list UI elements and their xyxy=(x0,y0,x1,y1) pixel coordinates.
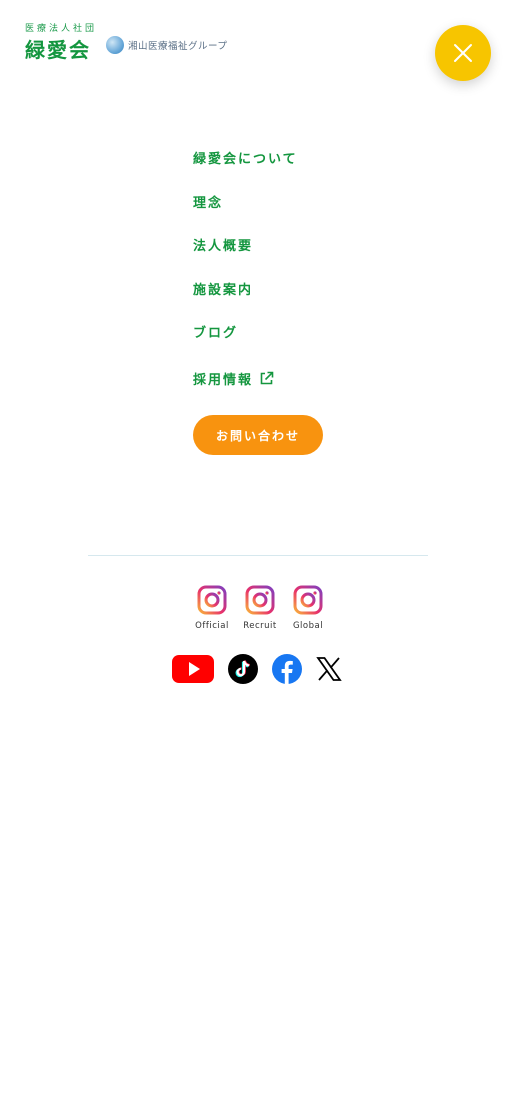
nav-link-about[interactable]: 緑愛会について xyxy=(193,148,298,167)
tiktok-link[interactable] xyxy=(228,654,258,684)
tiktok-icon xyxy=(228,654,258,684)
contact-button[interactable]: お問い合わせ xyxy=(193,415,323,455)
instagram-icon xyxy=(245,585,275,615)
nav-menu: 緑愛会について 理念 法人概要 施設案内 ブログ 採用情報 xyxy=(193,136,298,403)
group-mark-icon xyxy=(106,36,124,54)
nav-item-recruit: 採用情報 xyxy=(193,354,298,403)
instagram-recruit-link[interactable]: Recruit xyxy=(236,585,284,631)
nav-item-about: 緑愛会について xyxy=(193,136,298,180)
youtube-icon xyxy=(172,655,214,683)
site-logo[interactable]: 医療法人社団 緑愛会 xyxy=(25,23,97,64)
nav-item-overview: 法人概要 xyxy=(193,223,298,267)
facebook-link[interactable] xyxy=(272,654,302,684)
instagram-official-label: Official xyxy=(195,621,229,631)
logo-subtitle: 医療法人社団 xyxy=(25,24,98,34)
instagram-recruit-label: Recruit xyxy=(243,621,277,631)
nav-link-philosophy[interactable]: 理念 xyxy=(193,192,223,211)
instagram-global-link[interactable]: Global xyxy=(284,585,332,631)
instagram-icon xyxy=(197,585,227,615)
youtube-link[interactable] xyxy=(172,654,214,684)
close-menu-button[interactable] xyxy=(435,25,491,81)
nav-item-facilities: 施設案内 xyxy=(193,267,298,311)
divider xyxy=(88,555,428,556)
external-link-icon xyxy=(259,371,274,386)
instagram-official-link[interactable]: Official xyxy=(188,585,236,631)
nav-item-philosophy: 理念 xyxy=(193,180,298,224)
x-icon xyxy=(316,657,342,681)
close-icon xyxy=(454,44,472,62)
instagram-icon xyxy=(293,585,323,615)
logo-title: 緑愛会 xyxy=(25,38,91,62)
instagram-global-label: Global xyxy=(292,621,324,631)
nav-link-facilities[interactable]: 施設案内 xyxy=(193,279,253,298)
sns-links xyxy=(172,654,356,684)
nav-link-overview[interactable]: 法人概要 xyxy=(193,235,253,254)
group-logo[interactable]: 湘山医療福祉グループ xyxy=(106,36,227,54)
instagram-links: Official Recruit Global xyxy=(188,585,332,631)
site-header: 医療法人社団 緑愛会 湘山医療福祉グループ xyxy=(0,0,516,100)
nav-link-recruit-label: 採用情報 xyxy=(193,372,254,388)
x-link[interactable] xyxy=(316,656,342,682)
facebook-icon xyxy=(272,654,302,684)
nav-link-blog[interactable]: ブログ xyxy=(193,322,238,341)
nav-item-blog: ブログ xyxy=(193,310,298,354)
group-name: 湘山医療福祉グループ xyxy=(128,41,228,52)
nav-link-recruit[interactable]: 採用情報 xyxy=(193,369,274,388)
